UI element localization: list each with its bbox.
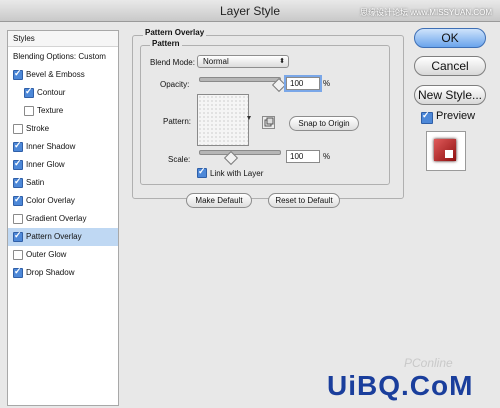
scale-slider[interactable] bbox=[199, 150, 281, 155]
style-checkbox[interactable] bbox=[13, 176, 23, 188]
opacity-input[interactable]: 100 bbox=[284, 75, 322, 92]
scale-input[interactable]: 100 bbox=[286, 150, 320, 163]
style-item-label: Satin bbox=[26, 178, 45, 187]
styles-header[interactable]: Styles bbox=[8, 31, 118, 47]
style-item-color-overlay[interactable]: Color Overlay bbox=[8, 192, 118, 210]
link-with-layer-label: Link with Layer bbox=[210, 169, 264, 178]
preview-label: Preview bbox=[436, 110, 476, 122]
opacity-unit: % bbox=[323, 79, 331, 88]
top-watermark: 思缘设计论坛 www.MISSYUAN.COM bbox=[359, 8, 492, 17]
reset-to-default-button[interactable]: Reset to Default bbox=[268, 193, 340, 208]
style-item-label: Bevel & Emboss bbox=[26, 70, 85, 79]
scale-unit: % bbox=[323, 152, 331, 161]
style-item-pattern-overlay[interactable]: Pattern Overlay bbox=[8, 228, 118, 246]
make-default-button[interactable]: Make Default bbox=[186, 193, 252, 208]
style-checkbox[interactable] bbox=[24, 86, 34, 98]
opacity-slider[interactable] bbox=[199, 77, 281, 82]
style-checkbox[interactable] bbox=[13, 124, 23, 134]
pattern-picker-arrow-icon[interactable] bbox=[246, 94, 252, 144]
new-preset-icon[interactable] bbox=[262, 116, 275, 129]
style-item-label: Drop Shadow bbox=[26, 268, 75, 277]
style-item-satin[interactable]: Satin bbox=[8, 174, 118, 192]
preview-swatch bbox=[434, 139, 456, 161]
style-item-label: Contour bbox=[37, 88, 66, 97]
style-checkbox[interactable] bbox=[13, 158, 23, 170]
style-item-label: Pattern Overlay bbox=[26, 232, 82, 241]
blend-mode-value: Normal bbox=[203, 57, 229, 66]
new-style-button[interactable]: New Style... bbox=[414, 85, 486, 105]
style-item-label: Texture bbox=[37, 106, 64, 115]
blend-mode-select[interactable]: Normal ⬍ bbox=[197, 55, 289, 68]
style-item-label: Stroke bbox=[26, 124, 50, 133]
style-item-contour[interactable]: Contour bbox=[8, 84, 118, 102]
blend-mode-label: Blend Mode: bbox=[150, 58, 195, 67]
style-item-label: Gradient Overlay bbox=[26, 214, 87, 223]
pconline-watermark: PConline bbox=[404, 356, 453, 370]
style-item-bevel-emboss[interactable]: Bevel & Emboss bbox=[8, 66, 118, 84]
style-checkbox[interactable] bbox=[13, 250, 23, 260]
preview-checkbox[interactable] bbox=[421, 110, 433, 124]
style-item-label: Outer Glow bbox=[26, 250, 67, 259]
style-item-label: Inner Glow bbox=[26, 160, 65, 169]
styles-list: Styles Blending Options: Custom Bevel & E… bbox=[7, 30, 119, 406]
style-item-stroke[interactable]: Stroke bbox=[8, 120, 118, 138]
style-checkbox[interactable] bbox=[13, 68, 23, 80]
style-checkbox[interactable] bbox=[24, 106, 34, 116]
style-checkbox[interactable] bbox=[13, 214, 23, 224]
style-item-texture[interactable]: Texture bbox=[8, 102, 118, 120]
title-bar: Layer Style 思缘设计论坛 www.MISSYUAN.COM bbox=[0, 0, 500, 22]
style-item-outer-glow[interactable]: Outer Glow bbox=[8, 246, 118, 264]
select-arrows-icon: ⬍ bbox=[279, 58, 285, 65]
style-checkbox[interactable] bbox=[13, 230, 23, 242]
pattern-overlay-title: Pattern Overlay bbox=[143, 28, 207, 37]
ok-button[interactable]: OK bbox=[414, 28, 486, 48]
style-item-inner-shadow[interactable]: Inner Shadow bbox=[8, 138, 118, 156]
opacity-label: Opacity: bbox=[160, 80, 190, 89]
cancel-button[interactable]: Cancel bbox=[414, 56, 486, 76]
style-checkbox[interactable] bbox=[13, 140, 23, 152]
style-checkbox[interactable] bbox=[13, 194, 23, 206]
pattern-swatch[interactable] bbox=[197, 94, 249, 146]
pattern-subgroup-title: Pattern bbox=[150, 39, 182, 48]
style-item-inner-glow[interactable]: Inner Glow bbox=[8, 156, 118, 174]
style-item-label: Color Overlay bbox=[26, 196, 75, 205]
style-item-drop-shadow[interactable]: Drop Shadow bbox=[8, 264, 118, 282]
style-preview-thumbnail bbox=[426, 131, 466, 171]
style-item-blending-options-custom[interactable]: Blending Options: Custom bbox=[8, 48, 118, 66]
style-item-label: Inner Shadow bbox=[26, 142, 76, 151]
snap-to-origin-button[interactable]: Snap to Origin bbox=[289, 116, 359, 131]
uibq-watermark: UiBQ.CoM bbox=[327, 370, 474, 401]
scale-label: Scale: bbox=[168, 155, 191, 164]
link-with-layer-checkbox[interactable] bbox=[197, 166, 207, 178]
pattern-label: Pattern: bbox=[163, 117, 192, 126]
style-item-label: Blending Options: Custom bbox=[13, 52, 106, 61]
style-checkbox[interactable] bbox=[13, 266, 23, 278]
style-item-gradient-overlay[interactable]: Gradient Overlay bbox=[8, 210, 118, 228]
